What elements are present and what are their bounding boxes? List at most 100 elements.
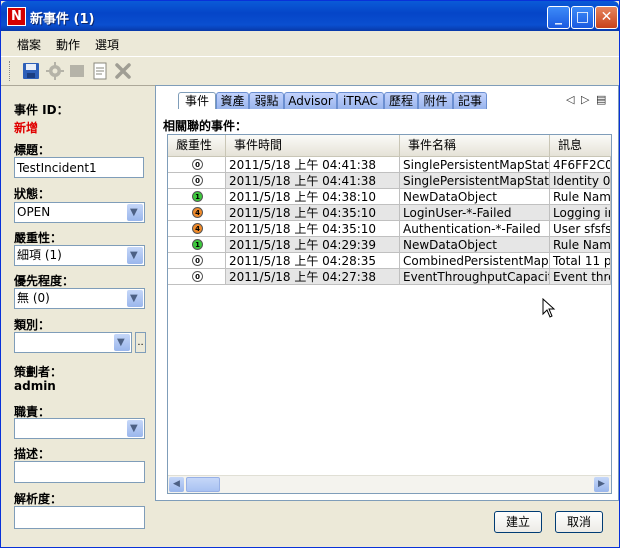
priority-select[interactable]: 無 (0) ▼ xyxy=(14,288,145,309)
status-select[interactable]: OPEN ▼ xyxy=(14,202,145,223)
column-event-name[interactable]: 事件名稱 xyxy=(400,135,550,156)
tab-notes[interactable]: 記事 xyxy=(453,92,487,109)
event-time-cell: 2011/5/18 上午 04:41:38 xyxy=(226,173,400,189)
maximize-icon: □ xyxy=(575,9,590,25)
event-time-cell: 2011/5/18 上午 04:27:38 xyxy=(226,269,400,285)
scroll-thumb[interactable] xyxy=(186,477,220,492)
message-cell: Identity 0K xyxy=(550,173,611,189)
column-severity[interactable]: 嚴重性 xyxy=(168,135,226,156)
category-select[interactable]: ▼ xyxy=(14,332,132,353)
title-label: 標題： xyxy=(14,143,51,157)
severity-value: 細項 (1) xyxy=(17,248,62,262)
category-browse-button[interactable]: .. xyxy=(135,332,146,353)
message-cell: Event thro xyxy=(550,269,611,285)
planner-value: admin xyxy=(14,379,56,393)
save-icon[interactable] xyxy=(21,61,41,81)
chevron-down-icon[interactable]: ▼ xyxy=(127,290,143,307)
severity-cell: 0 xyxy=(168,253,226,269)
table-row[interactable]: 0 2011/5/18 上午 04:41:38 SinglePersistentMa… xyxy=(168,173,611,189)
severity-cell: 1 xyxy=(168,189,226,205)
severity-cell: 0 xyxy=(168,269,226,285)
close-icon: ✕ xyxy=(600,9,613,25)
table-row[interactable]: 0 2011/5/18 上午 04:27:38 EventThroughputCap… xyxy=(168,269,611,285)
event-time-cell: 2011/5/18 上午 04:28:35 xyxy=(226,253,400,269)
tab-history[interactable]: 歷程 xyxy=(384,92,418,109)
toolbar xyxy=(1,56,619,86)
tab-strip: 事件 資產 弱點 Advisor iTRAC 歷程 附件 記事 ◁ ▷ ▤ xyxy=(156,86,618,110)
scroll-right-icon[interactable]: ▶ xyxy=(594,477,609,492)
cancel-button[interactable]: 取消 xyxy=(555,511,603,533)
delete-icon[interactable] xyxy=(113,61,133,81)
table-row[interactable]: 4 2011/5/18 上午 04:35:10 Authentication-*-F… xyxy=(168,221,611,237)
tab-scroll-right-icon[interactable]: ▷ xyxy=(581,93,589,106)
severity-icon: 1 xyxy=(192,239,203,250)
event-time-cell: 2011/5/18 上午 04:35:10 xyxy=(226,205,400,221)
menu-actions[interactable]: 動作 xyxy=(56,36,80,53)
table-row[interactable]: 0 2011/5/18 上午 04:28:35 CombinedPersistent… xyxy=(168,253,611,269)
column-message[interactable]: 訊息 xyxy=(550,135,611,156)
severity-cell: 0 xyxy=(168,157,226,173)
scroll-left-icon[interactable]: ◀ xyxy=(169,477,184,492)
event-time-cell: 2011/5/18 上午 04:29:39 xyxy=(226,237,400,253)
toolbar-grip[interactable] xyxy=(9,61,13,81)
severity-icon: 1 xyxy=(192,191,203,202)
chevron-down-icon[interactable]: ▼ xyxy=(127,420,143,437)
chevron-down-icon[interactable]: ▼ xyxy=(114,334,130,351)
tab-attachments[interactable]: 附件 xyxy=(418,92,453,109)
chevron-down-icon[interactable]: ▼ xyxy=(127,247,143,264)
tab-scroll-left-icon[interactable]: ◁ xyxy=(566,93,574,106)
horizontal-scrollbar[interactable]: ◀ ▶ xyxy=(168,475,611,493)
minimize-button[interactable]: _ xyxy=(547,6,570,29)
event-name-cell: NewDataObject xyxy=(400,189,550,205)
planner-label: 策劃者： xyxy=(14,365,63,379)
tab-vulnerabilities[interactable]: 弱點 xyxy=(249,92,284,109)
maximize-button[interactable]: □ xyxy=(571,6,594,29)
create-button[interactable]: 建立 xyxy=(494,511,542,533)
export-icon[interactable] xyxy=(90,61,110,81)
title-bar[interactable]: N 新事件 (1) _ □ ✕ xyxy=(1,1,619,31)
role-select[interactable]: ▼ xyxy=(14,418,145,439)
gear-icon[interactable] xyxy=(45,61,65,81)
event-name-cell: LoginUser-*-Failed xyxy=(400,205,550,221)
tab-itrac[interactable]: iTRAC xyxy=(337,92,384,109)
category-label: 類別： xyxy=(14,318,51,332)
stop-icon[interactable] xyxy=(67,61,87,81)
table-header: 嚴重性 事件時間 事件名稱 訊息 xyxy=(168,135,611,157)
status-value: OPEN xyxy=(17,205,51,219)
event-name-cell: SinglePersistentMapStatus xyxy=(400,173,550,189)
description-field[interactable] xyxy=(14,461,145,483)
mouse-cursor-icon xyxy=(542,298,556,318)
event-name-cell: NewDataObject xyxy=(400,237,550,253)
chevron-down-icon[interactable]: ▼ xyxy=(127,204,143,221)
tab-assets[interactable]: 資產 xyxy=(216,92,249,109)
table-row[interactable]: 1 2011/5/18 上午 04:38:10 NewDataObject Rule … xyxy=(168,189,611,205)
tab-events[interactable]: 事件 xyxy=(178,92,216,109)
table-row[interactable]: 0 2011/5/18 上午 04:41:38 SinglePersistentMa… xyxy=(168,157,611,173)
message-cell: User sfsfs xyxy=(550,221,611,237)
window-title: 新事件 (1) xyxy=(30,12,95,27)
title-field[interactable]: TestIncident1 xyxy=(14,157,144,178)
event-time-cell: 2011/5/18 上午 04:35:10 xyxy=(226,221,400,237)
menu-options[interactable]: 選項 xyxy=(95,36,119,53)
severity-icon: 0 xyxy=(192,175,203,186)
message-cell: Logging in xyxy=(550,205,611,221)
related-events-title: 相關聯的事件： xyxy=(163,119,248,133)
event-name-cell: SinglePersistentMapStatus xyxy=(400,157,550,173)
event-name-cell: Authentication-*-Failed xyxy=(400,221,550,237)
tab-list-icon[interactable]: ▤ xyxy=(596,93,606,106)
message-cell: Total 11 p xyxy=(550,253,611,269)
severity-cell: 4 xyxy=(168,205,226,221)
priority-value: 無 (0) xyxy=(17,291,50,305)
message-cell: 4F6FF2C0 xyxy=(550,157,611,173)
table-row[interactable]: 1 2011/5/18 上午 04:29:39 NewDataObject Rule … xyxy=(168,237,611,253)
event-name-cell: CombinedPersistentMap... xyxy=(400,253,550,269)
incident-id-value: 新增 xyxy=(14,121,39,135)
close-button[interactable]: ✕ xyxy=(595,6,618,29)
tab-advisor[interactable]: Advisor xyxy=(284,92,337,109)
message-cell: Rule Nam xyxy=(550,237,611,253)
dialog-footer: 建立 取消 xyxy=(1,501,619,547)
column-event-time[interactable]: 事件時間 xyxy=(226,135,400,156)
table-row[interactable]: 4 2011/5/18 上午 04:35:10 LoginUser-*-Failed… xyxy=(168,205,611,221)
menu-file[interactable]: 檔案 xyxy=(17,36,41,53)
severity-select[interactable]: 細項 (1) ▼ xyxy=(14,245,145,266)
